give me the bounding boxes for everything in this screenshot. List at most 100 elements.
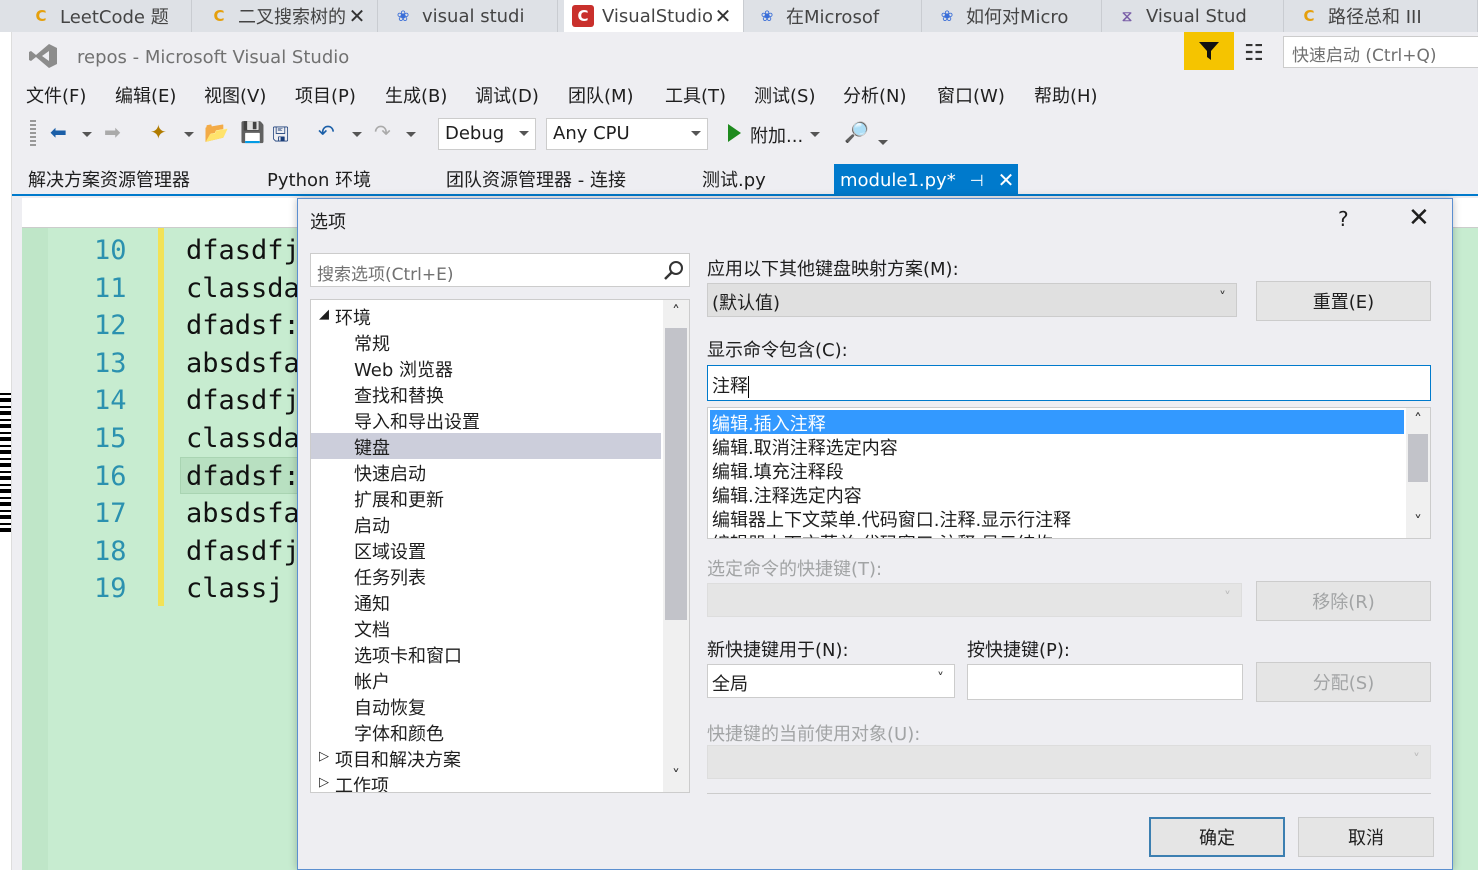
- tree-item-page[interactable]: 自动恢复: [311, 693, 661, 719]
- code-line[interactable]: 10 dfasdfj: [22, 231, 322, 268]
- tree-item-page[interactable]: 键盘: [311, 433, 661, 459]
- menu-item[interactable]: 生成(B): [385, 82, 447, 108]
- code-line[interactable]: 17 absdsfa: [22, 494, 322, 531]
- browser-tab[interactable]: C 二叉搜索树的 ✕: [200, 0, 378, 32]
- chevron-down-icon[interactable]: ˅: [665, 766, 687, 790]
- tab-test-py[interactable]: 测试.py: [702, 166, 766, 192]
- tree-scrollbar[interactable]: ˄ ˅: [663, 300, 689, 792]
- tree-category[interactable]: ◢ 环境: [311, 303, 661, 329]
- save-all-icon[interactable]: 🖫: [272, 120, 289, 154]
- chevron-up-icon[interactable]: ˄: [1407, 410, 1429, 434]
- toolbar-overflow-icon[interactable]: [878, 140, 888, 145]
- open-folder-icon[interactable]: 📂: [204, 120, 229, 144]
- tree-item-page[interactable]: 任务列表: [311, 563, 661, 589]
- tree-item-page[interactable]: 扩展和更新: [311, 485, 661, 511]
- tree-item-page[interactable]: 启动: [311, 511, 661, 537]
- chevron-down-icon[interactable]: ˅: [1407, 512, 1429, 536]
- tree-category[interactable]: ▷ 项目和解决方案: [311, 745, 661, 771]
- menu-item[interactable]: 调试(D): [475, 82, 539, 108]
- remove-button[interactable]: 移除(R): [1256, 581, 1431, 621]
- command-list-item[interactable]: 编辑器上下文菜单.代码窗口.注释.显示行注释: [710, 506, 1404, 531]
- collapsed-arrow-icon[interactable]: ▷: [319, 749, 329, 764]
- start-debugging-icon[interactable]: [728, 124, 741, 142]
- tree-item-page[interactable]: 字体和颜色: [311, 719, 661, 745]
- cancel-button[interactable]: 取消: [1298, 817, 1434, 857]
- use-new-shortcut-select[interactable]: 全局 ˅: [707, 664, 955, 698]
- browser-tab[interactable]: C LeetCode 题: [22, 0, 192, 32]
- tree-item-page[interactable]: 常规: [311, 329, 661, 355]
- menu-item[interactable]: 工具(T): [665, 82, 726, 108]
- menu-item[interactable]: 编辑(E): [115, 82, 176, 108]
- command-list-item[interactable]: 编辑.填充注释段: [710, 458, 1404, 483]
- menu-item[interactable]: 窗口(W): [937, 82, 1005, 108]
- command-list-item[interactable]: 编辑.插入注释: [710, 410, 1404, 435]
- code-line[interactable]: 15 classda: [22, 419, 322, 456]
- navigate-forward-icon[interactable]: ➡: [104, 120, 121, 144]
- ok-button[interactable]: 确定: [1149, 817, 1285, 857]
- browser-tab[interactable]: ❀ 在Microsof: [748, 0, 922, 32]
- show-commands-input[interactable]: 注释: [707, 365, 1431, 401]
- toolbar-grip[interactable]: [30, 118, 36, 146]
- close-tab-icon[interactable]: ✕: [998, 168, 1015, 192]
- tree-item-page[interactable]: 文档: [311, 615, 661, 641]
- menu-item[interactable]: 视图(V): [204, 82, 266, 108]
- shortcut-used-by-select[interactable]: ˅: [707, 745, 1431, 779]
- undo-dropdown-icon[interactable]: [352, 132, 362, 137]
- quick-launch-input[interactable]: 快速启动 (Ctrl+Q): [1283, 36, 1478, 68]
- code-line[interactable]: 16 dfadsf:: [22, 456, 322, 494]
- code-line[interactable]: 13 absdsfa: [22, 344, 322, 381]
- tree-item-page[interactable]: 通知: [311, 589, 661, 615]
- attach-button[interactable]: 附加...: [750, 122, 803, 148]
- search-icon[interactable]: [663, 259, 685, 281]
- command-list-item[interactable]: 编辑.取消注释选定内容: [710, 434, 1404, 459]
- navigate-back-icon[interactable]: ⬅: [50, 120, 67, 144]
- menu-item[interactable]: 项目(P): [295, 82, 356, 108]
- reset-button[interactable]: 重置(E): [1256, 281, 1431, 321]
- close-icon[interactable]: ✕: [347, 4, 367, 28]
- redo-dropdown-icon[interactable]: [406, 132, 416, 137]
- tree-category[interactable]: ▷ 工作项: [311, 771, 661, 792]
- keyboard-mapping-select[interactable]: (默认值) ˅: [707, 283, 1237, 317]
- chevron-up-icon[interactable]: ˄: [665, 302, 687, 326]
- tree-item-page[interactable]: 选项卡和窗口: [311, 641, 661, 667]
- tree-item-page[interactable]: Web 浏览器: [311, 355, 661, 381]
- new-project-dropdown-icon[interactable]: [184, 132, 194, 137]
- tree-item-page[interactable]: 帐户: [311, 667, 661, 693]
- menu-item[interactable]: 团队(M): [568, 82, 634, 108]
- code-line[interactable]: 11 classda: [22, 269, 322, 306]
- solution-platform-dropdown[interactable]: Any CPU: [546, 118, 708, 150]
- tree-item-page[interactable]: 区域设置: [311, 537, 661, 563]
- feedback-icon[interactable]: ☷: [1244, 41, 1264, 66]
- tree-item-page[interactable]: 快速启动: [311, 459, 661, 485]
- browser-tab[interactable]: ⧖ Visual Stud: [1108, 0, 1284, 32]
- press-shortcut-input[interactable]: [967, 664, 1243, 700]
- command-list-item[interactable]: 编辑.注释选定内容: [710, 482, 1404, 507]
- solution-configuration-dropdown[interactable]: Debug: [438, 118, 536, 150]
- save-icon[interactable]: 💾: [240, 120, 265, 144]
- code-line[interactable]: 12 dfadsf:: [22, 306, 322, 343]
- collapsed-arrow-icon[interactable]: ▷: [319, 775, 329, 790]
- code-line[interactable]: 18 dfasdfj: [22, 532, 322, 569]
- close-icon[interactable]: ✕: [713, 4, 733, 28]
- shortcuts-for-command-select[interactable]: ˅: [707, 583, 1242, 617]
- code-line[interactable]: 19 classj: [22, 569, 322, 606]
- tab-python-environments[interactable]: Python 环境: [267, 166, 371, 192]
- find-in-files-icon[interactable]: 🔎: [844, 120, 869, 144]
- help-button[interactable]: ?: [1338, 207, 1349, 231]
- tree-item-page[interactable]: 查找和替换: [311, 381, 661, 407]
- menu-item[interactable]: 文件(F): [26, 82, 86, 108]
- command-list-scrollbar[interactable]: ˄ ˅: [1406, 408, 1430, 538]
- navigate-back-dropdown-icon[interactable]: [82, 132, 92, 137]
- attach-dropdown-icon[interactable]: [810, 132, 820, 137]
- command-list-scrollbar-thumb[interactable]: [1408, 434, 1428, 482]
- browser-tab[interactable]: ❀ 如何对Micro: [928, 0, 1102, 32]
- tab-module1-py[interactable]: module1.py* ⊣ ✕: [834, 164, 1018, 196]
- tree-item-page[interactable]: 导入和导出设置: [311, 407, 661, 433]
- menu-item[interactable]: 帮助(H): [1034, 82, 1098, 108]
- tab-solution-explorer[interactable]: 解决方案资源管理器: [28, 166, 190, 192]
- expanded-arrow-icon[interactable]: ◢: [319, 307, 329, 322]
- pin-icon[interactable]: ⊣: [970, 171, 984, 190]
- browser-tab[interactable]: C VisualStudio ✕: [564, 0, 744, 32]
- redo-icon[interactable]: ↷: [374, 120, 391, 144]
- new-project-icon[interactable]: ✦: [150, 120, 167, 144]
